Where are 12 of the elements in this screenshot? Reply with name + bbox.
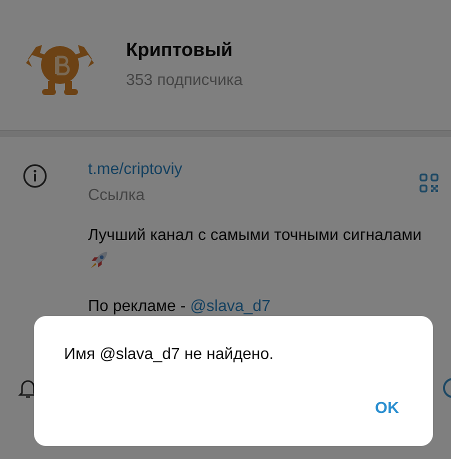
channel-description: Лучший канал с самыми точными сигналами (88, 227, 423, 245)
channel-title: Криптовый (126, 40, 234, 62)
link-label: Ссылка (88, 187, 146, 205)
qr-code-icon[interactable] (419, 173, 439, 193)
channel-link[interactable]: t.me/criptoviy (88, 161, 182, 178)
ads-text: По рекламе - @slava_d7 (88, 298, 272, 316)
rocket-icon (88, 249, 110, 271)
subscriber-count: 353 подписчика (126, 72, 243, 90)
username-link[interactable]: @slava_d7 (190, 298, 270, 315)
dialog-message: Имя @slava_d7 не найдено. (64, 346, 275, 364)
info-icon (22, 163, 48, 189)
ok-button[interactable]: OK (367, 394, 407, 424)
